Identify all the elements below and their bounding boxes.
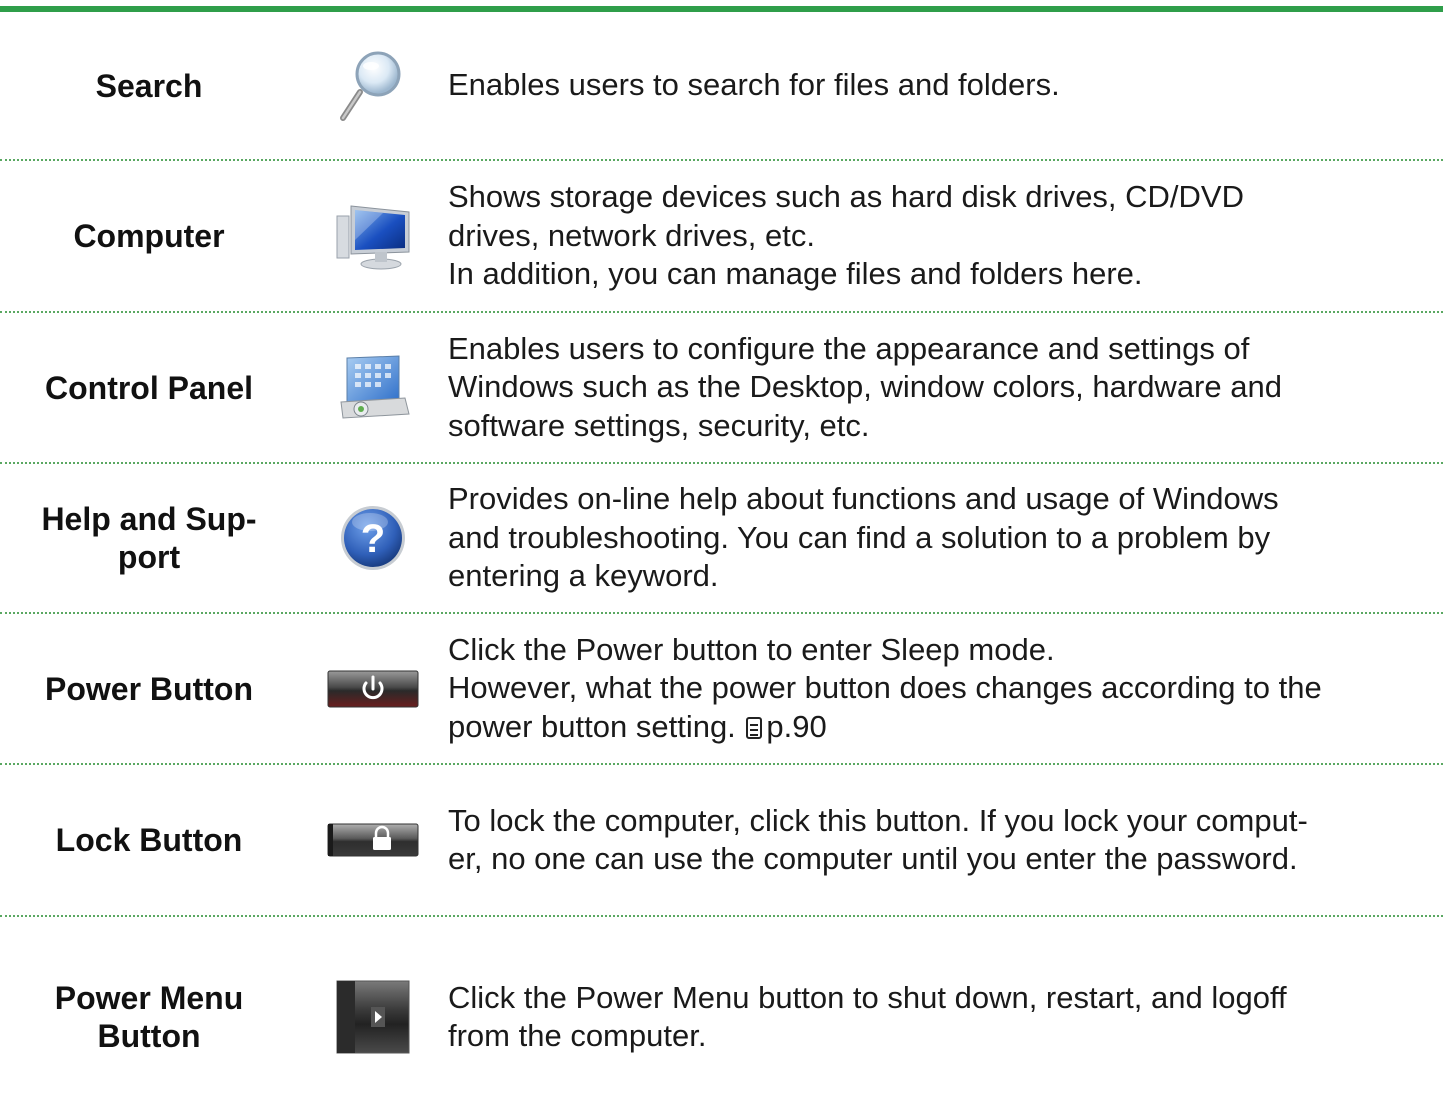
desc-control-panel: Enables users to configure the appearanc… [448,330,1443,446]
term-lock-button: Lock Button [55,822,243,858]
desc-line: Enables users to search for files and fo… [448,67,1060,103]
term-line: port [117,539,181,575]
desc-line: To lock the computer, click this button.… [448,802,1308,838]
icon-cell-power-button [298,667,448,711]
desc-line: er, no one can use the computer until yo… [448,841,1298,876]
desc-line: However, what the power button does chan… [448,670,1322,706]
desc-line: Click the Power Menu button to shut down… [448,979,1287,1015]
desc-line: Windows such as the Desktop, window colo… [448,369,1282,405]
term-control-panel: Control Panel [44,369,253,406]
magnifier-icon [340,51,401,121]
desc-line: In addition, you can manage files and fo… [448,256,1143,292]
icon-cell-search [298,48,448,124]
svg-text:?: ? [361,517,385,561]
icon-cell-power-menu-button [298,979,448,1055]
page-reference-icon [746,716,763,739]
icon-cell-lock-button [298,820,448,860]
table-row-control-panel: Control Panel Enables users to configure… [0,313,1443,464]
desc-power-button: Click the Power button to enter Sleep mo… [448,631,1443,747]
desc-line: power button setting. p.90 [448,708,1433,747]
desc-line: from the computer. [448,1018,707,1053]
desc-line: software settings, security, etc. [448,407,870,443]
icon-cell-computer [298,200,448,272]
table-row-help-and-support: Help and Sup- port ? Provides on-line he [0,464,1443,614]
desc-power-menu-button: Click the Power Menu button to shut down… [448,979,1443,1056]
icon-cell-control-panel [298,352,448,424]
term-line: Button [97,1018,201,1054]
desc-line: entering a keyword. [448,558,719,594]
term-search: Search [95,67,203,104]
term-power-menu-button: Power Menu Button [0,979,298,1055]
table-row-lock-button: Lock Button To lock the computer, click … [0,765,1443,917]
desc-line: Shows storage devices such as hard disk … [448,179,1244,215]
power-menu-button-icon [336,980,410,1054]
help-question-icon: ? [341,506,405,570]
table-row-computer: Computer Shows storage devices such as h… [0,161,1443,313]
table-row-search: Search Enables users to search for files… [0,12,1443,161]
term-help-and-support: Help and Sup- port [0,500,298,576]
table-row-power-menu-button: Power Menu Button Click the Power Menu b… [0,917,1443,1117]
term-computer: Computer [73,218,225,254]
page-reference-link[interactable]: p.90 [766,709,826,744]
desc-search: Enables users to search for files and fo… [448,66,1443,105]
lock-button-icon [327,823,419,857]
desc-line: Click the Power button to enter Sleep mo… [448,631,1055,667]
term-power-button: Power Button [45,670,253,707]
desc-line: Provides on-line help about functions an… [448,481,1279,517]
term-line: Help and Sup- [41,501,257,537]
desc-help-and-support: Provides on-line help about functions an… [448,480,1443,596]
table-row-power-button: Power Button Click the Power button to e… [0,614,1443,765]
term-line: Power Menu [54,980,244,1016]
desc-lock-button: To lock the computer, click this button.… [448,802,1443,879]
computer-monitor-icon [336,205,410,270]
desc-line: and troubleshooting. You can find a solu… [448,519,1271,555]
desc-text: power button setting. [448,708,736,744]
desc-line: Enables users to configure the appearanc… [448,330,1250,366]
desc-computer: Shows storage devices such as hard disk … [448,178,1443,294]
power-button-icon [327,670,419,707]
start-menu-items-table: Search Enables users to search for files… [0,12,1443,1117]
icon-cell-help: ? [298,502,448,574]
desc-line: drives, network drives, etc. [448,217,815,253]
control-panel-icon [340,354,410,419]
